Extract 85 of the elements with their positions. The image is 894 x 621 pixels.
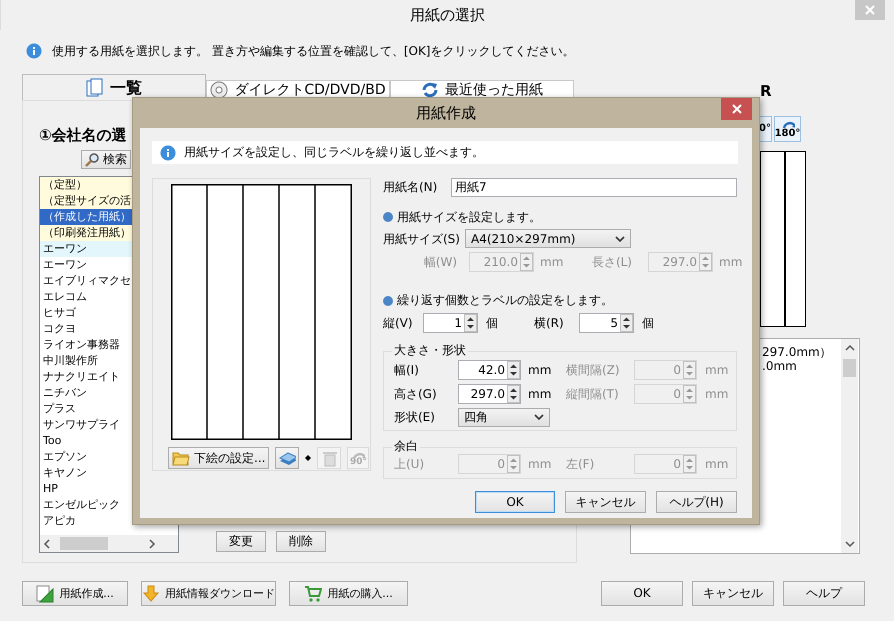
section-heading: 繰り返す個数とラベルの設定をします。 <box>397 293 613 308</box>
dialog-button[interactable]: OK <box>601 581 683 606</box>
dropdown-icon <box>305 455 312 461</box>
field-label: 幅(I) <box>394 362 420 377</box>
number-field[interactable]: 1 <box>424 314 464 332</box>
field-label: 幅(W) <box>422 255 457 270</box>
ruler-icon <box>36 584 54 602</box>
group-legend: 大きさ・形状 <box>392 342 468 358</box>
close-icon <box>865 5 875 15</box>
field-label: 縦間隔(T) <box>566 386 620 401</box>
field-label: mm <box>705 456 725 471</box>
footer-button[interactable]: 用紙情報ダウンロード <box>141 581 276 606</box>
caret-icon <box>615 236 625 242</box>
number-field[interactable]: 5 <box>580 314 620 332</box>
field-label: mm <box>705 362 725 377</box>
panel-title: R <box>760 82 772 100</box>
spin-arrows-icon[interactable] <box>507 360 520 379</box>
detail-text: 297.0mm） <box>762 345 833 360</box>
dialog-button[interactable]: キャンセル <box>692 581 774 606</box>
number-field[interactable]: 297.0 <box>459 384 507 403</box>
close-button[interactable] <box>721 98 752 120</box>
section-heading: ①会社名の選 <box>39 126 128 144</box>
spinner-field[interactable]: 5 <box>579 312 634 333</box>
rotate-button[interactable]: 180° <box>774 116 801 142</box>
bullet-icon <box>383 296 393 306</box>
field-label: 形状(E) <box>394 410 436 424</box>
section-heading: 用紙サイズを設定します。 <box>397 210 541 224</box>
footer-button[interactable]: 用紙作成... <box>22 581 128 606</box>
tool-button[interactable] <box>275 447 300 469</box>
window-title: 用紙の選択 <box>410 6 485 24</box>
info-text: 使用する用紙を選択します。 置き方や編集する位置を確認して、[OK]をクリックしてください。 <box>52 44 574 58</box>
dialog-button[interactable]: OK <box>475 490 555 513</box>
field-label: 横間隔(Z) <box>566 362 621 377</box>
download-icon <box>142 584 160 602</box>
field-label: mm <box>528 456 552 471</box>
action-button[interactable]: 削除 <box>276 531 326 552</box>
spinner-field[interactable]: 42.0 <box>458 360 521 380</box>
field-label: 用紙サイズ(S) <box>383 232 461 246</box>
field-label: 個 <box>642 316 655 330</box>
field-label: 高さ(G) <box>394 386 438 401</box>
caret-icon <box>534 414 544 420</box>
document-icon <box>86 78 104 97</box>
refresh-icon <box>421 81 439 100</box>
number-field[interactable]: 42.0 <box>459 360 507 379</box>
trash-icon <box>320 449 338 467</box>
detail-text: .0mm <box>762 359 798 374</box>
field-label: mm <box>705 386 725 401</box>
dialog-button[interactable]: キャンセル <box>565 490 646 513</box>
spin-arrows-icon[interactable] <box>464 314 477 332</box>
close-icon <box>732 104 742 114</box>
field-label: mm <box>528 362 552 377</box>
search-icon <box>85 152 99 166</box>
dialog-button[interactable]: ヘルプ(H) <box>656 490 737 513</box>
search-button[interactable]: 検索 <box>81 150 131 169</box>
tab[interactable]: 一覧 <box>22 74 206 100</box>
field-label: 横(R) <box>534 316 565 330</box>
field-label: mm <box>528 386 552 401</box>
field-label: 上(U) <box>394 456 426 471</box>
vertical-scrollbar[interactable] <box>841 339 858 553</box>
name-field[interactable]: 用紙7 <box>452 180 736 195</box>
dialog-title: 用紙作成 <box>416 104 476 122</box>
paper-size-dropdown[interactable]: A4(210×297mm) <box>465 229 631 248</box>
field-label: mm <box>719 255 741 270</box>
spin-arrows-icon[interactable] <box>507 384 520 403</box>
action-button[interactable]: 変更 <box>216 531 266 552</box>
field-label: mm <box>540 255 564 270</box>
cart-icon <box>304 584 322 602</box>
field-label: 個 <box>486 316 499 330</box>
field-label: 縦(V) <box>383 316 414 330</box>
field-label: 用紙名(N) <box>383 180 438 195</box>
info-text: 用紙サイズを設定し、同じラベルを繰り返し並べます。 <box>184 145 484 160</box>
spinner-field[interactable]: 297.0 <box>458 384 521 404</box>
spinner-field[interactable]: 1 <box>423 312 478 333</box>
spin-arrows-icon[interactable] <box>620 314 633 332</box>
group-legend: 余白 <box>392 438 420 454</box>
horizontal-scrollbar[interactable] <box>40 535 178 552</box>
field-label: 長さ(L) <box>590 255 632 270</box>
info-icon <box>160 144 176 160</box>
background-button[interactable]: 下絵の設定... <box>168 447 270 469</box>
field-label: 左(F) <box>566 456 596 471</box>
shape-dropdown[interactable]: 四角 <box>458 408 550 427</box>
dialog-button[interactable]: ヘルプ <box>783 581 865 606</box>
info-icon <box>26 43 42 59</box>
bullet-icon <box>383 212 393 222</box>
footer-button[interactable]: 用紙の購入... <box>289 581 408 606</box>
